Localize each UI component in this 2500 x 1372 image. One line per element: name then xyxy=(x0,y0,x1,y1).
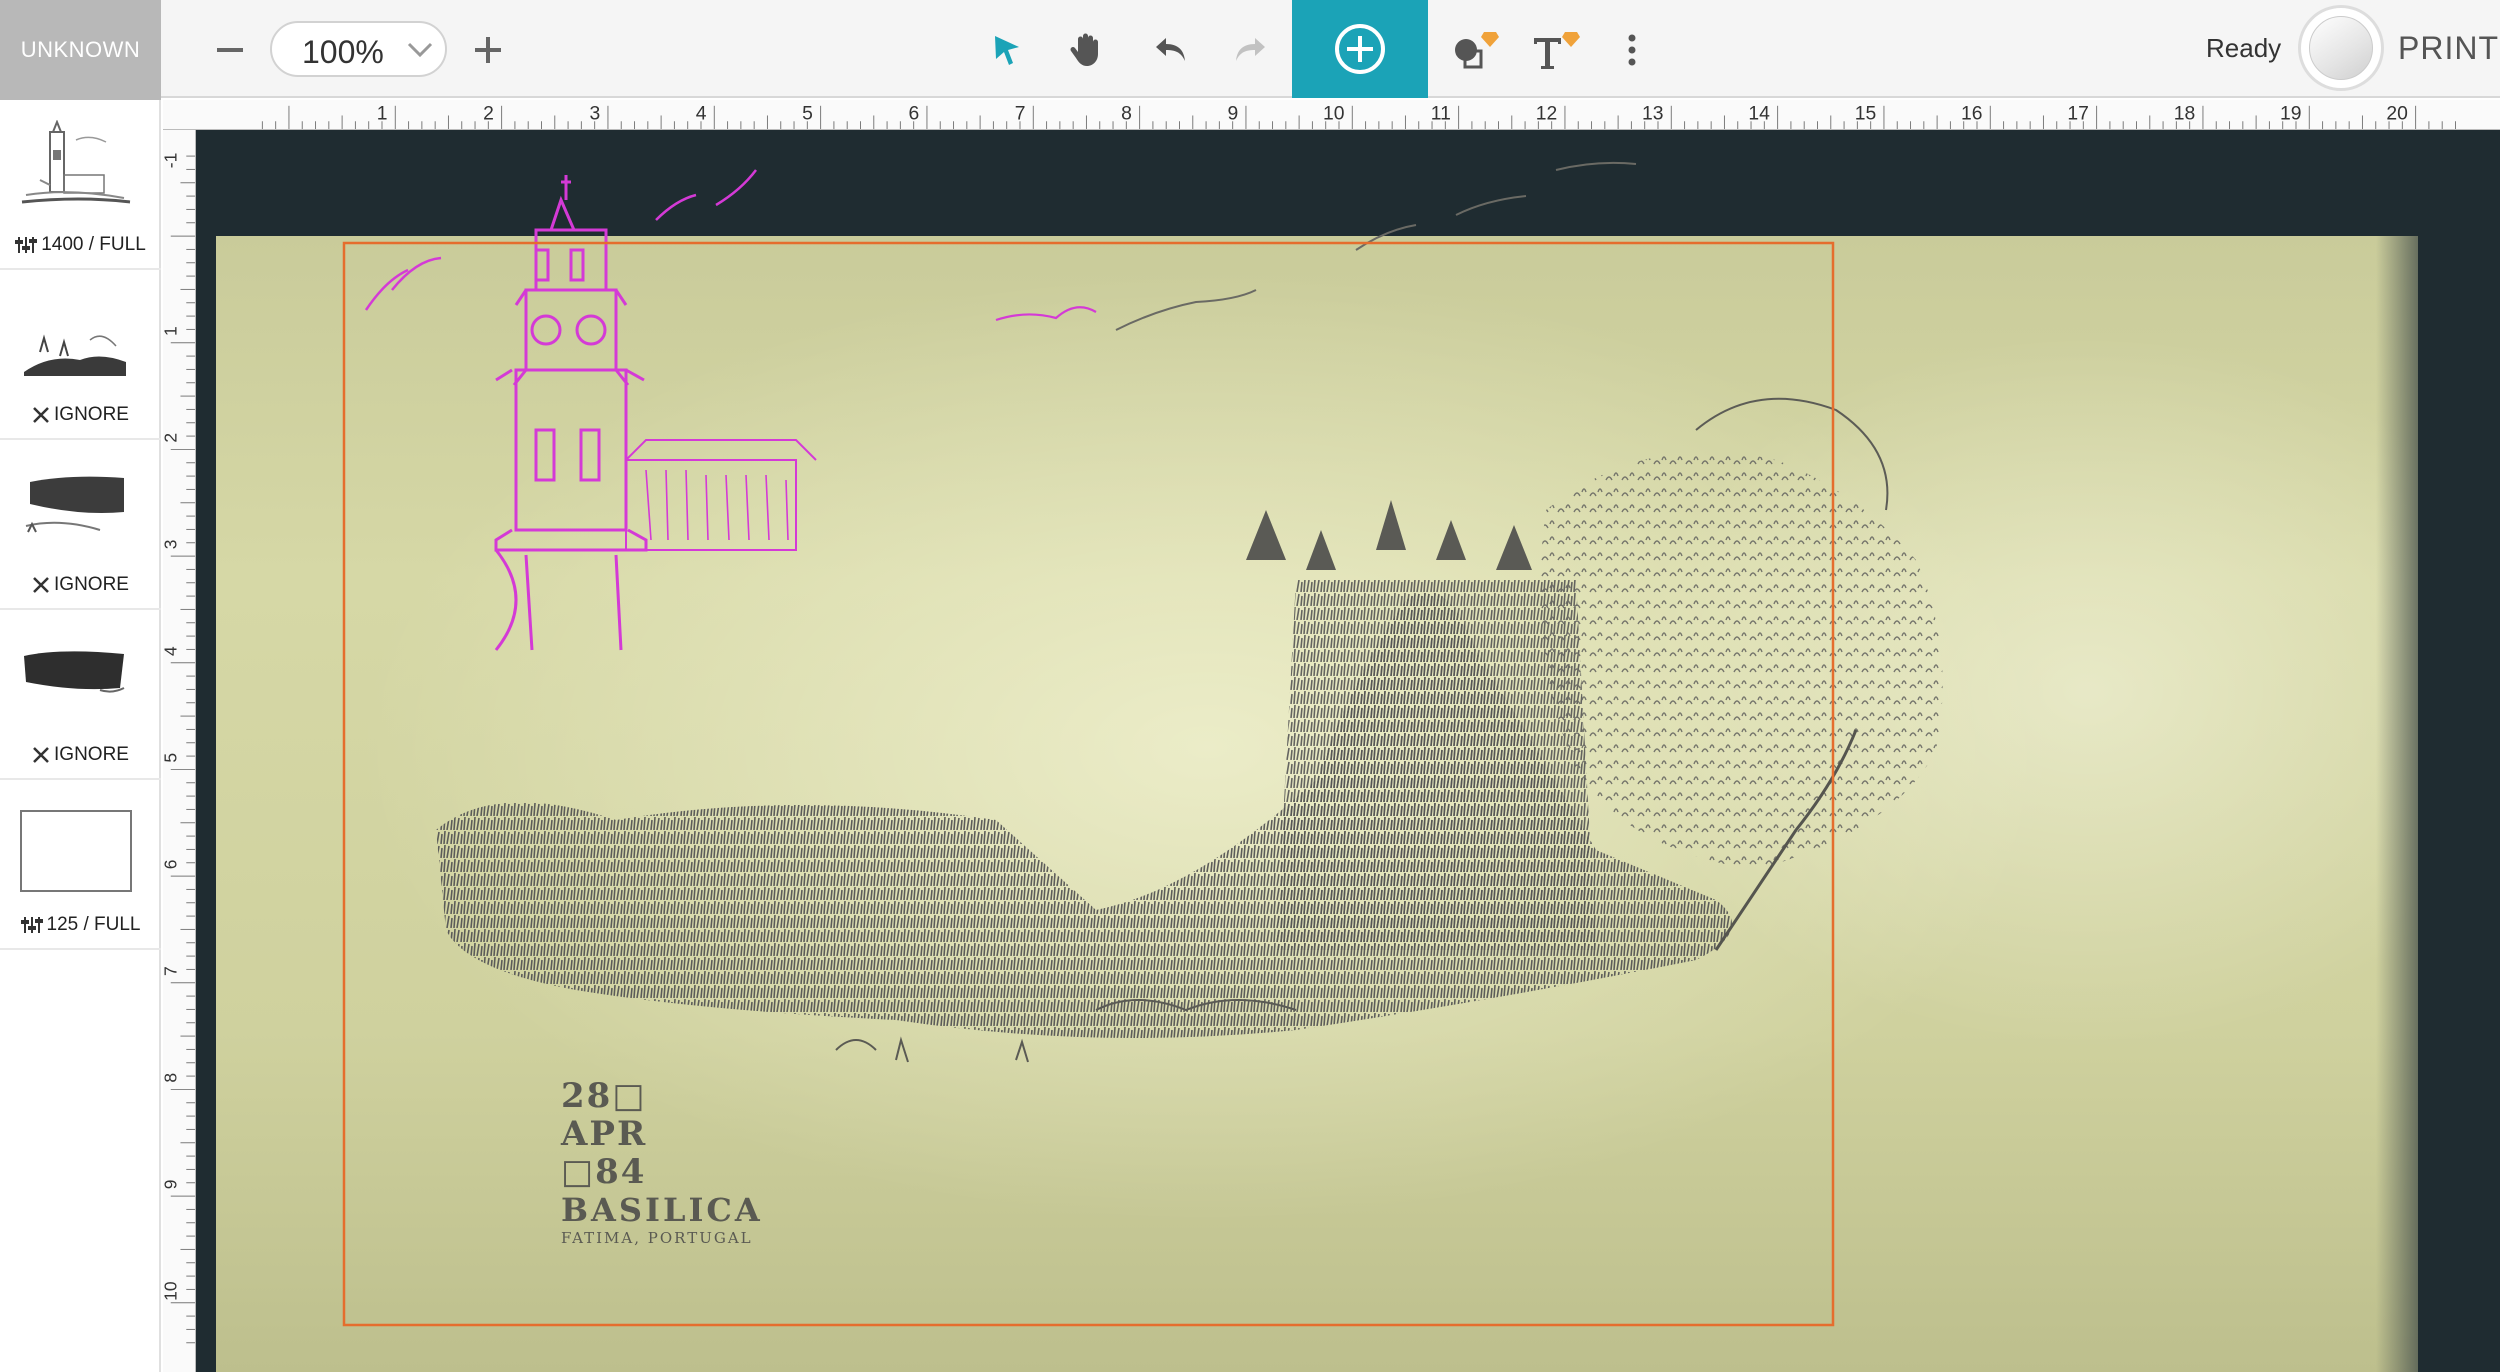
zoom-in-button[interactable] xyxy=(463,20,513,80)
ruler-label: 10 xyxy=(163,1281,181,1301)
artwork[interactable] xyxy=(196,130,2500,1372)
ruler-label: 3 xyxy=(163,540,181,550)
layer-label-text: 125 / FULL xyxy=(46,914,141,935)
ruler-label: 1 xyxy=(163,326,181,336)
ruler-label: 5 xyxy=(802,103,813,124)
ruler-label: 13 xyxy=(1642,103,1664,124)
undo-icon xyxy=(1156,38,1185,61)
shapes-icon xyxy=(1455,32,1499,69)
vegetation-group xyxy=(436,397,1943,1063)
ruler-label: -1 xyxy=(163,153,181,169)
layer-thumbnail xyxy=(25,476,124,533)
ruler-label: 11 xyxy=(1431,103,1451,124)
layer-item[interactable]: IGNORE xyxy=(0,610,161,780)
print-button[interactable]: PRINT xyxy=(2398,30,2499,67)
workspace[interactable]: 28□ APR □84 BASILICA FATIMA, PORTUGAL xyxy=(196,130,2500,1372)
shapes-button[interactable] xyxy=(1446,20,1506,80)
hand-icon xyxy=(1070,33,1098,66)
settings-sliders-icon xyxy=(15,237,38,253)
inscription-place: FATIMA, PORTUGAL xyxy=(561,1229,753,1247)
ruler-label: 17 xyxy=(2067,103,2089,124)
layer-thumbnail xyxy=(24,651,125,693)
horizontal-ruler: 1 2 3 4 5 6 7 8 9 10 11 12 13 14 15 16 17 18 19 20 xyxy=(163,100,2500,130)
zoom-out-button[interactable] xyxy=(205,20,255,80)
ruler-label: 7 xyxy=(1015,103,1026,124)
layer-item[interactable]: 1400 / FULL xyxy=(0,100,161,270)
device-name[interactable]: UNKNOWN xyxy=(0,0,161,100)
text-button[interactable] xyxy=(1527,20,1587,80)
minus-icon xyxy=(217,48,243,52)
inscription-year: □84 xyxy=(561,1152,647,1192)
pan-tool-button[interactable] xyxy=(1058,22,1114,78)
layer-label-text: IGNORE xyxy=(54,574,129,595)
ruler-label: 4 xyxy=(163,646,181,656)
redo-icon xyxy=(1236,38,1265,61)
more-vertical-icon xyxy=(1628,34,1636,66)
ruler-label: 6 xyxy=(908,103,919,124)
status-text: Ready xyxy=(2206,33,2282,63)
ruler-label: 9 xyxy=(1227,103,1238,124)
inscription-month: APR xyxy=(561,1114,648,1154)
ruler-label: 9 xyxy=(163,1180,181,1190)
layer-thumbnail xyxy=(24,334,126,376)
layer-label: 1400 / FULL xyxy=(0,234,161,256)
ruler-label: 3 xyxy=(589,103,600,124)
layer-label: IGNORE xyxy=(0,744,161,766)
layer-label: IGNORE xyxy=(0,404,161,426)
ruler-label: 19 xyxy=(2280,103,2302,124)
settings-sliders-icon xyxy=(20,917,43,933)
layer-thumbnail xyxy=(20,810,132,892)
church-drawing xyxy=(494,175,817,651)
layer-label-text: IGNORE xyxy=(54,404,129,425)
ruler-label: 12 xyxy=(1536,103,1558,124)
redo-button[interactable] xyxy=(1222,22,1278,78)
plus-circle-icon xyxy=(1335,24,1385,74)
ruler-label: 16 xyxy=(1961,103,1983,124)
camera-button[interactable] xyxy=(2298,5,2384,91)
ruler-label: 6 xyxy=(163,860,181,870)
ruler-label: 2 xyxy=(163,433,181,443)
close-icon xyxy=(33,407,49,423)
layer-label: 125 / FULL xyxy=(0,914,161,936)
layer-item[interactable]: IGNORE xyxy=(0,270,161,440)
vertical-ruler: -1 1 2 3 4 5 6 7 8 9 10 xyxy=(163,130,196,1372)
ruler-label: 2 xyxy=(483,103,494,124)
ruler-label: 15 xyxy=(1855,103,1877,124)
cursor-icon xyxy=(995,36,1019,65)
layer-item[interactable]: IGNORE xyxy=(0,440,161,610)
inscription-title: BASILICA xyxy=(561,1191,763,1229)
add-button[interactable] xyxy=(1292,0,1428,98)
layer-item[interactable]: 125 / FULL xyxy=(0,780,161,950)
ruler-label: 1 xyxy=(377,103,388,124)
close-icon xyxy=(33,747,49,763)
camera-lens xyxy=(2309,16,2373,80)
more-button[interactable] xyxy=(1610,20,1654,80)
plus-icon xyxy=(475,37,501,63)
close-icon xyxy=(33,577,49,593)
top-toolbar: UNKNOWN 100% Ready PRINT xyxy=(0,0,2500,100)
layer-label: IGNORE xyxy=(0,574,161,596)
ruler-label: 10 xyxy=(1323,103,1345,124)
ruler-label: 20 xyxy=(2386,103,2408,124)
ruler-label: 8 xyxy=(163,1073,181,1083)
ruler-label: 5 xyxy=(163,753,181,763)
layers-sidebar: 1400 / FULL IGNORE IGNORE IGNORE 125 / F… xyxy=(0,100,161,1372)
chevron-down-icon xyxy=(407,42,433,58)
artwork-inscription: 28□ APR □84 BASILICA FATIMA, PORTUGAL xyxy=(561,1077,763,1247)
zoom-select[interactable]: 100% xyxy=(270,21,447,77)
zoom-value: 100% xyxy=(302,34,384,70)
ruler-label: 18 xyxy=(2174,103,2196,124)
inscription-day: 28□ xyxy=(561,1076,647,1116)
ruler-label: 14 xyxy=(1748,103,1770,124)
layer-label-text: IGNORE xyxy=(54,744,129,765)
select-tool-button[interactable] xyxy=(979,22,1035,78)
text-icon xyxy=(1534,32,1580,69)
ruler-label: 7 xyxy=(163,966,181,976)
layer-thumbnail xyxy=(21,120,131,204)
layer-label-text: 1400 / FULL xyxy=(41,234,146,255)
sky-scribbles xyxy=(364,161,1637,331)
ruler-label: 4 xyxy=(696,103,707,124)
undo-button[interactable] xyxy=(1143,22,1199,78)
ruler-label: 8 xyxy=(1121,103,1132,124)
